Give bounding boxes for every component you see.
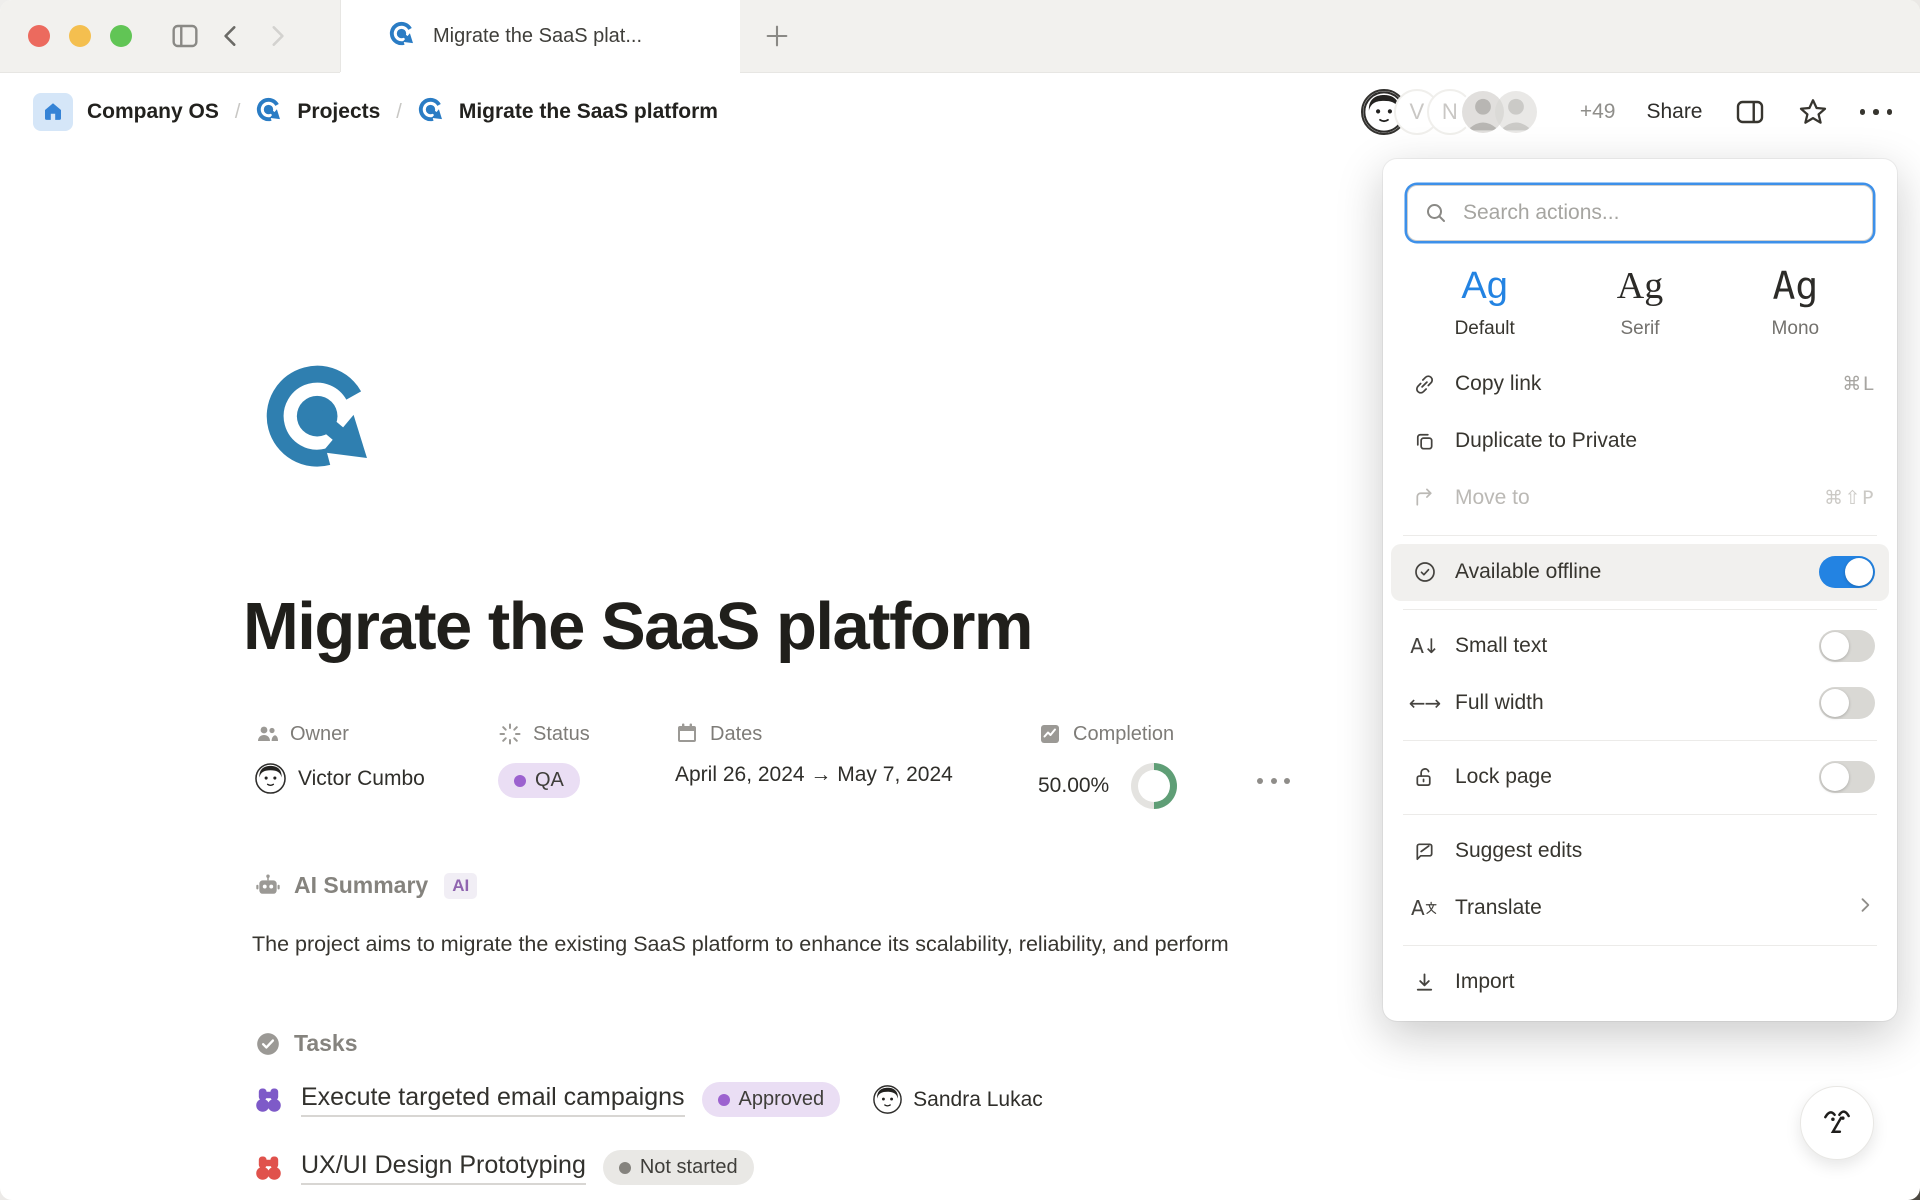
check-circle-icon (255, 1031, 281, 1057)
menu-item-translate[interactable]: A Translate (1391, 880, 1889, 937)
property-completion: Completion 50.00% (1038, 722, 1177, 809)
move-to-icon (1411, 487, 1438, 510)
properties-more-button[interactable] (1257, 778, 1290, 784)
completion-value[interactable]: 50.00% (1038, 763, 1177, 809)
link-icon (1411, 373, 1438, 396)
search-input[interactable] (1461, 200, 1856, 226)
property-status: Status QA (498, 722, 590, 798)
completion-progress-ring (1131, 763, 1177, 809)
search-icon (1424, 201, 1448, 225)
menu-divider (1403, 945, 1877, 946)
font-option-default[interactable]: Ag Default (1407, 265, 1562, 340)
chart-icon (1038, 722, 1062, 746)
badge-dot (514, 775, 526, 787)
import-icon (1411, 971, 1438, 994)
full-width-icon: ←→ (1411, 691, 1438, 715)
tasks-heading: Tasks (255, 1030, 358, 1057)
property-owner: Owner Victor Cumbo (255, 722, 425, 794)
menu-divider (1403, 535, 1877, 536)
owner-value[interactable]: Victor Cumbo (255, 763, 425, 794)
submenu-chevron-icon (1855, 895, 1875, 921)
ai-assistant-button[interactable] (1800, 1086, 1874, 1160)
task-link[interactable]: Execute targeted email campaigns (301, 1083, 685, 1117)
dates-value[interactable]: April 26, 2024 → May 7, 2024 (675, 763, 953, 787)
task-status-badge: Approved (702, 1082, 841, 1117)
owner-avatar (255, 763, 286, 794)
menu-divider (1403, 609, 1877, 610)
owner-property-label[interactable]: Owner (255, 722, 425, 746)
menu-item-available-offline[interactable]: Available offline (1391, 544, 1889, 601)
status-value[interactable]: QA (498, 763, 590, 798)
menu-item-lock-page[interactable]: Lock page (1391, 749, 1889, 806)
task-assignee: Sandra Lukac (873, 1085, 1043, 1114)
available-offline-toggle[interactable] (1819, 556, 1875, 588)
menu-item-copy-link[interactable]: Copy link ⌘L (1391, 356, 1889, 413)
suggest-edits-icon (1411, 840, 1438, 863)
people-icon (255, 722, 279, 746)
small-text-icon: A↓ (1411, 634, 1438, 658)
assignee-avatar (873, 1085, 902, 1114)
shortcut-label: ⌘⇧P (1824, 487, 1875, 509)
ai-summary-text[interactable]: The project aims to migrate the existing… (252, 932, 1229, 957)
property-table: Owner Victor Cumbo Status QA (255, 722, 1395, 832)
menu-items: Copy link ⌘L Duplicate to Private Move t… (1391, 356, 1889, 1011)
task-row: UX/UI Design Prototyping Not started (253, 1150, 754, 1185)
task-row: Execute targeted email campaigns Approve… (253, 1082, 1043, 1117)
font-option-mono[interactable]: Ag Mono (1718, 265, 1873, 340)
translate-icon: A (1411, 896, 1438, 920)
lock-page-toggle[interactable] (1819, 761, 1875, 793)
calendar-icon (675, 722, 699, 746)
menu-item-duplicate[interactable]: Duplicate to Private (1391, 413, 1889, 470)
ai-face-icon (1816, 1102, 1858, 1144)
menu-divider (1403, 814, 1877, 815)
menu-item-import[interactable]: Import (1391, 954, 1889, 1011)
property-dates: Dates April 26, 2024 → May 7, 2024 (675, 722, 953, 787)
actions-search[interactable] (1407, 185, 1873, 241)
completion-property-label[interactable]: Completion (1038, 722, 1177, 746)
full-width-toggle[interactable] (1819, 687, 1875, 719)
badge-dot (718, 1094, 730, 1106)
status-property-label[interactable]: Status (498, 722, 590, 746)
page-logo-icon[interactable] (263, 362, 393, 497)
menu-item-move-to[interactable]: Move to ⌘⇧P (1391, 470, 1889, 527)
shortcut-label: ⌘L (1842, 373, 1875, 395)
binoculars-icon (253, 1084, 284, 1115)
menu-item-small-text[interactable]: A↓ Small text (1391, 618, 1889, 675)
small-text-toggle[interactable] (1819, 630, 1875, 662)
task-status-badge: Not started (603, 1150, 754, 1185)
task-link[interactable]: UX/UI Design Prototyping (301, 1151, 586, 1185)
status-spinner-icon (498, 722, 522, 746)
menu-divider (1403, 740, 1877, 741)
duplicate-icon (1411, 430, 1438, 453)
menu-item-full-width[interactable]: ←→ Full width (1391, 675, 1889, 732)
actions-menu: Ag Default Ag Serif Ag Mono Copy link ⌘L (1383, 159, 1897, 1021)
ai-badge: AI (444, 873, 477, 899)
status-badge: QA (498, 763, 580, 798)
lock-open-icon (1411, 766, 1438, 789)
page-title[interactable]: Migrate the SaaS platform (243, 588, 1032, 665)
font-option-serif[interactable]: Ag Serif (1562, 265, 1717, 340)
font-selector: Ag Default Ag Serif Ag Mono (1407, 265, 1873, 340)
offline-check-icon (1411, 560, 1438, 584)
dates-property-label[interactable]: Dates (675, 722, 953, 746)
menu-item-suggest-edits[interactable]: Suggest edits (1391, 823, 1889, 880)
badge-dot (619, 1162, 631, 1174)
app-window: Migrate the SaaS plat... Company OS / Pr… (0, 0, 1920, 1200)
robot-icon (255, 873, 281, 899)
ai-summary-heading: AI Summary AI (255, 872, 477, 899)
binoculars-icon (253, 1152, 284, 1183)
